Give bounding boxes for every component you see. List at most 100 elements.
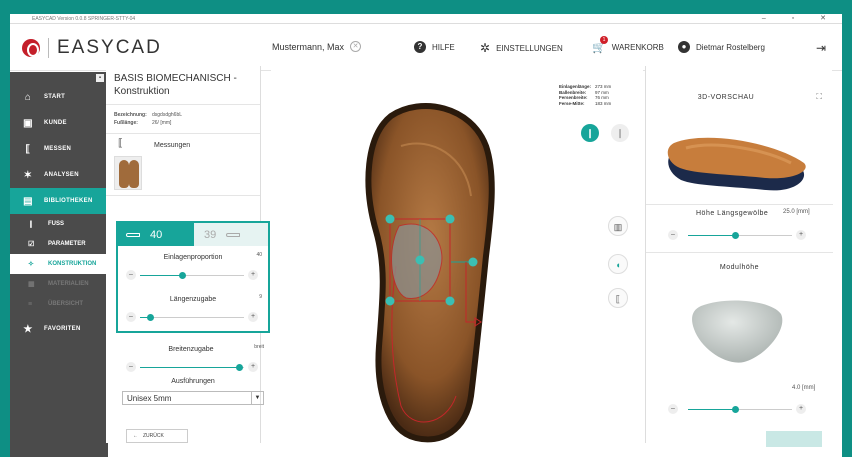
settings-button[interactable]: ✲ EINSTELLUNGEN: [480, 41, 563, 55]
help-label: HILFE: [432, 42, 455, 52]
trash-icon[interactable]: ▥: [608, 216, 628, 236]
app-header: EASYCAD Mustermann, Max ✕ ? HILFE ✲ EINS…: [10, 25, 842, 71]
cart-badge: 1: [600, 36, 608, 44]
sidebar-item-analysen[interactable]: ✶ ANALYSEN: [10, 162, 108, 188]
gear-icon: ✲: [480, 41, 491, 55]
module-height-slider[interactable]: [688, 406, 792, 413]
handle: [445, 214, 455, 224]
proportion-slider[interactable]: [140, 272, 244, 279]
library-icon: ▤: [23, 195, 33, 207]
decrease-button[interactable]: –: [126, 312, 136, 322]
increase-button[interactable]: +: [248, 362, 258, 372]
handle: [445, 296, 455, 306]
length-slider[interactable]: [140, 314, 244, 321]
module-shape-preview: [692, 300, 783, 363]
collapse-sidebar-icon[interactable]: ▪: [96, 74, 104, 82]
param-einlagenproportion: Einlagenproportion 40 – +: [118, 246, 268, 288]
handle: [468, 257, 478, 267]
checkbox-icon: ☑: [28, 241, 35, 248]
arch-height-label: Höhe Längsgewölbe: [696, 210, 769, 217]
cart-icon: 🛒 1: [592, 36, 608, 54]
insole-icon[interactable]: ◖: [608, 254, 628, 274]
cart-label: WARENKORB: [611, 43, 664, 52]
sidebar-sub-materialien[interactable]: ▦ MATERIALIEN: [10, 274, 108, 294]
increase-button[interactable]: +: [796, 404, 806, 414]
product-info: Bezeichnung: dsgdsdgh6bL Fußlänge: 26/ [mm…: [106, 105, 260, 134]
side-view-icon[interactable]: ❘: [611, 124, 629, 142]
increase-button[interactable]: +: [248, 270, 258, 280]
arch-height-slider[interactable]: [688, 232, 792, 239]
measure-icon: ⟦: [25, 143, 31, 155]
help-icon: ?: [414, 41, 426, 53]
logo-text: EASYCAD: [57, 37, 162, 58]
foot-view-icon[interactable]: ❙: [581, 124, 599, 142]
size-tab-40[interactable]: 40: [118, 223, 194, 246]
sidebar-sub-fuss[interactable]: ❙ FUSS: [10, 214, 108, 234]
decrease-button[interactable]: –: [126, 362, 136, 372]
person-card-icon: ▣: [23, 117, 33, 129]
decrease-button[interactable]: –: [668, 404, 678, 414]
decrease-button[interactable]: –: [668, 230, 678, 240]
star-icon: ★: [23, 323, 33, 335]
window-titlebar: EASYCAD Version 0.0.8 SPRINGER-STTY-04 –…: [10, 14, 842, 24]
sidebar-sub-uebersicht[interactable]: ≡ ÜBERSICHT: [10, 294, 108, 314]
window-controls[interactable]: – ▫ ✕: [762, 14, 838, 24]
sidebar-sub-parameter[interactable]: ☑ PARAMETER: [10, 234, 108, 254]
sidebar-item-messen[interactable]: ⟦ MESSEN: [10, 136, 108, 162]
handle: [415, 255, 425, 265]
measure-tool-icon[interactable]: ⟦: [608, 288, 628, 308]
variant-select[interactable]: Unisex 5mm ▼: [122, 391, 264, 405]
settings-label: EINSTELLUNGEN: [496, 43, 563, 53]
foot-icon: ❙: [28, 221, 34, 228]
insole-3d-preview[interactable]: [646, 108, 833, 198]
decrease-button[interactable]: –: [126, 270, 136, 280]
sidebar-sub-konstruktion[interactable]: ✧ KONSTRUKTION: [10, 254, 108, 274]
3d-viewport[interactable]: Einlagenlänge: 273 mm Ballenbreite: 97 mm …: [271, 66, 643, 443]
back-button[interactable]: ← ZURÜCK: [126, 429, 188, 443]
arrow-left-icon: ←: [133, 433, 138, 439]
window-title: EASYCAD Version 0.0.8 SPRINGER-STTY-04: [32, 16, 136, 22]
material-icon: ▦: [28, 281, 35, 288]
sidebar: ▪ ⌂ START ▣ KUNDE ⟦ MESSEN ✶ ANALYSEN ▤ BIBLI…: [10, 72, 108, 457]
foot-model[interactable]: [271, 66, 643, 443]
module-height-title: Modulhöhe: [719, 264, 760, 271]
width-slider[interactable]: [140, 364, 244, 371]
cart-button[interactable]: 🛒 1 WARENKORB: [592, 36, 664, 54]
increase-button[interactable]: +: [248, 312, 258, 322]
clear-patient-icon[interactable]: ✕: [350, 41, 362, 52]
apply-button[interactable]: [766, 431, 822, 447]
panel-title: BASIS BIOMECHANISCH - Konstruktion: [106, 66, 260, 105]
preview-title: 3D-VORSCHAU: [697, 94, 755, 101]
handle: [385, 214, 395, 224]
size-parameter-box: 40 39 Einlagenproportion 40 – + Längenzu…: [116, 221, 270, 333]
variants-section: Ausführungen Unisex 5mm ▼: [116, 378, 270, 405]
preview-panel: 3D-VORSCHAU ⛶ Höhe Längsgewölbe 25.0 [mm…: [645, 66, 833, 447]
foot-scan-thumbnail[interactable]: [114, 156, 142, 190]
size-tab-39[interactable]: 39: [194, 223, 268, 246]
chevron-down-icon: ▼: [251, 392, 263, 404]
sidebar-item-bibliotheken[interactable]: ▤ BIBLIOTHEKEN: [10, 188, 108, 214]
sidebar-item-favoriten[interactable]: ★ FAVORITEN: [10, 316, 108, 342]
figure-icon: ✶: [23, 169, 33, 181]
logo-mark-icon: [22, 39, 40, 57]
logo: EASYCAD: [22, 37, 162, 59]
arch-height-value: 25.0 [mm]: [783, 209, 810, 215]
list-icon: ≡: [28, 300, 33, 308]
user-menu[interactable]: ● Dietmar Rostelberg: [678, 41, 765, 53]
module-height-value: 4.0 [mm]: [792, 385, 816, 391]
construction-icon: ✧: [28, 261, 34, 268]
logout-icon[interactable]: ⇥: [816, 41, 826, 55]
sidebar-item-start[interactable]: ⌂ START: [10, 84, 108, 110]
increase-button[interactable]: +: [796, 230, 806, 240]
measurements-section[interactable]: ⟦ Messungen: [106, 134, 260, 196]
patient-selector[interactable]: Mustermann, Max ✕: [272, 41, 362, 52]
help-button[interactable]: ? HILFE: [414, 41, 455, 53]
expand-icon[interactable]: ⛶: [816, 92, 822, 102]
param-laengenzugabe: Längenzugabe 9 – +: [118, 288, 268, 330]
user-name: Dietmar Rostelberg: [696, 42, 765, 52]
measure-icon: ⟦: [118, 138, 123, 149]
sidebar-item-kunde[interactable]: ▣ KUNDE: [10, 110, 108, 136]
shoe-icon: [226, 232, 241, 237]
patient-name: Mustermann, Max: [272, 41, 345, 52]
home-icon: ⌂: [24, 91, 32, 103]
